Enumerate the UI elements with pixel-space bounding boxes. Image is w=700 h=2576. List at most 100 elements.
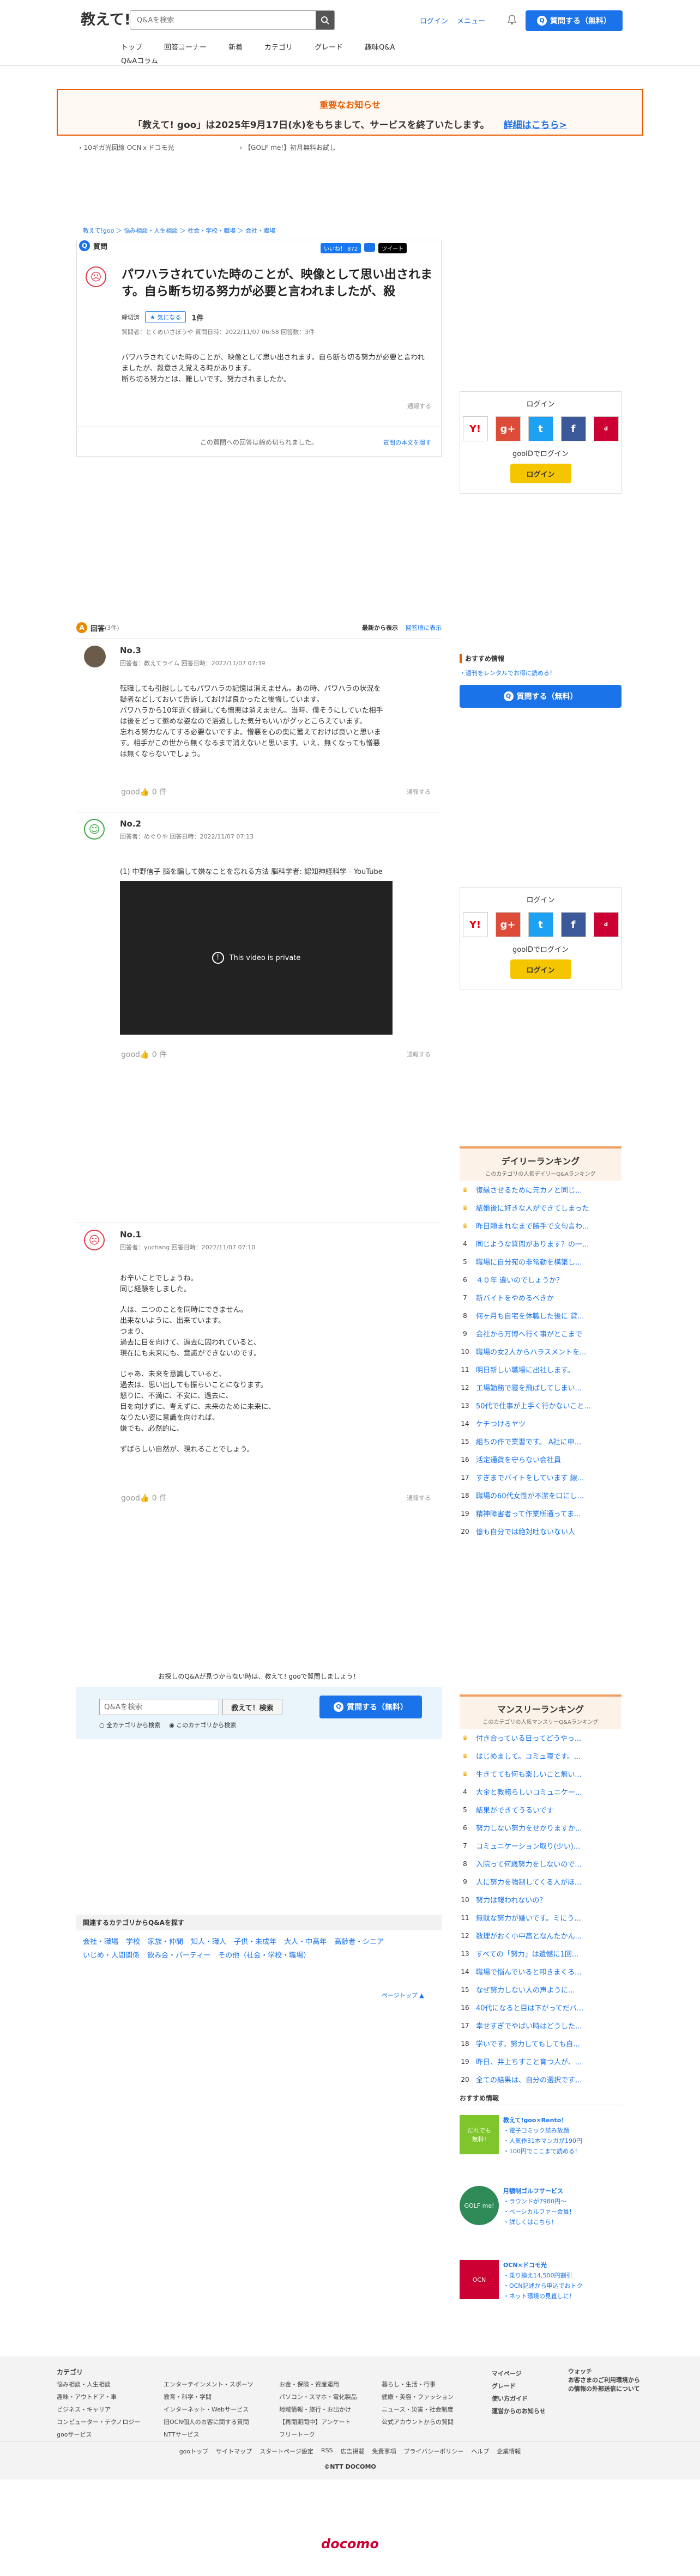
footer-bottom-link[interactable]: 企業情報 (497, 2447, 521, 2456)
footer-bottom-link[interactable]: RSS (321, 2447, 333, 2456)
footer-link[interactable]: ニュース・災害・社会制度 (382, 2403, 454, 2416)
ranking-item[interactable]: 4 同じような質問があります？の一... (460, 1235, 621, 1253)
related-category-link[interactable]: 飲み会・パーティー (147, 1949, 210, 1960)
ranking-item[interactable]: 14 ケチつけるヤツ (460, 1414, 621, 1432)
pagetop-link[interactable]: ページトップ ▲ (382, 1991, 424, 2000)
footer-link[interactable]: ビジネス・キャリア (57, 2403, 140, 2416)
footer-bottom-link[interactable]: ヘルプ (471, 2447, 489, 2456)
footer-bottom-link[interactable]: 広告掲載 (341, 2447, 365, 2456)
footer-link[interactable]: 趣味・アウトドア・車 (57, 2391, 140, 2403)
report-link[interactable]: 通報する (407, 1050, 431, 1059)
radio-all-categories[interactable]: ○ 全カテゴリから検索 (99, 1721, 160, 1729)
ranking-item[interactable]: 14 職場で悩んでいると叩きまくる... (460, 1963, 621, 1980)
footer-link[interactable]: 暮らし・生活・行事 (382, 2378, 454, 2391)
ranking-item[interactable]: 16 40代になると目は下がってだバ... (460, 1998, 621, 2016)
answer-link[interactable]: (1) 中野信子 脳を騙して嫌なことを忘れる方法 脳科学者: 認知神経科学 - … (120, 867, 431, 878)
bell-icon[interactable] (506, 14, 518, 26)
footer-link[interactable]: 公式アカウントからの質問 (382, 2416, 454, 2428)
report-link[interactable]: 通報する (407, 402, 431, 410)
ranking-item[interactable]: 4 大金と教務らしいコミュニケー... (460, 1783, 621, 1801)
good-button[interactable]: ★ 気になる (145, 311, 186, 323)
nav-category[interactable]: カテゴリ (264, 41, 293, 52)
ranking-item[interactable]: ♛ 結婚後に好きな人ができてしまった (460, 1199, 621, 1217)
footer-link[interactable]: フリートーク (279, 2428, 357, 2441)
ranking-item[interactable]: 7 コミュニケーション取り(少い)... (460, 1837, 621, 1855)
footer-bottom-link[interactable]: gooトップ (179, 2447, 208, 2456)
ad-link-golf[interactable]: › 【GOLF me!】初月無料お試し (240, 143, 336, 152)
ranking-item[interactable]: 13 すべての「努力」は遺憾に1回... (460, 1945, 621, 1963)
ranking-item[interactable]: 12 工場勤務で寝を飛ばしてしまい... (460, 1378, 621, 1396)
related-category-link[interactable]: 高齢者・シニア (334, 1936, 384, 1946)
ranking-item[interactable]: 6 ４０年 違いのでしょうか？ (460, 1271, 621, 1289)
ranking-item[interactable]: 6 努力しない努力をせかりますか... (460, 1819, 621, 1837)
bottom-search-button[interactable]: 教えて！検索 (222, 1699, 282, 1715)
ranking-item[interactable]: 8 入院って何歳努力をしないので... (460, 1855, 621, 1873)
radio-this-category[interactable]: ◉ このカテゴリから検索 (169, 1721, 236, 1729)
ad-block[interactable]: GOLF me! 月額制ゴルフサービス ・ラウンドが7980円〜 ・ベーシカルファー… (460, 2186, 621, 2255)
related-category-link[interactable]: 知人・職人 (191, 1936, 226, 1946)
footer-link[interactable]: お金・保険・資産運用 (279, 2378, 357, 2391)
footer-link[interactable]: NTTサービス (164, 2428, 253, 2441)
footer-link[interactable]: エンターテインメント・スポーツ (164, 2378, 253, 2391)
footer-link[interactable]: ウォッチ (568, 2367, 644, 2376)
menu-link[interactable]: メニュー (457, 15, 485, 26)
ranking-item[interactable]: 11 明日新しい職場に出社します。 (460, 1360, 621, 1378)
footer-link[interactable]: 地域情報・旅行・お出かけ (279, 2403, 357, 2416)
ranking-item[interactable]: 19 精神障害者って作業所通ってま... (460, 1504, 621, 1522)
ranking-item[interactable]: 12 数理がおく小中高となんたかん... (460, 1927, 621, 1945)
search-input[interactable] (130, 11, 310, 29)
ranking-item[interactable]: 20 全ての結果は、自分の選択です... (460, 2070, 621, 2088)
report-link[interactable]: 通報する (407, 1493, 431, 1502)
footer-link[interactable]: マイページ (492, 2367, 546, 2380)
ad-block[interactable]: だれでも 無料! 教えて!goo×Rento！ ・電子コミック読み放題 ・人気作31本… (460, 2115, 621, 2180)
ranking-item[interactable]: 13 50代で仕事が上手く行かないこと... (460, 1396, 621, 1414)
ranking-item[interactable]: 19 昨日、井上ちすこと育つ人が、... (460, 2052, 621, 2070)
ranking-item[interactable]: 17 すぎまでバイトをしています 線... (460, 1468, 621, 1486)
nav-column[interactable]: Q&Aコラム (121, 57, 158, 65)
footer-link[interactable]: インターネット・Webサービス (164, 2403, 253, 2416)
login-button[interactable]: ログイン (510, 959, 571, 979)
footer-bottom-link[interactable]: スタートページ設定 (260, 2447, 313, 2456)
footer-link[interactable]: お客さまのご利用環境からの情報の外部送信について (568, 2376, 644, 2393)
ranking-item[interactable]: 18 学いです。努力してもしても自... (460, 2034, 621, 2052)
ranking-item[interactable]: ♛ 付き合っている目ってどうやっ... (460, 1729, 621, 1747)
google-icon[interactable]: g+ (495, 912, 521, 937)
report-link[interactable]: 通報する (407, 787, 431, 796)
related-category-link[interactable]: 学校 (126, 1936, 140, 1946)
ranking-item[interactable]: ♛ 生きてても何も楽しいこと無い... (460, 1765, 621, 1783)
ask-question-button[interactable]: Q 質問する（無料） (526, 10, 623, 31)
footer-bottom-link[interactable]: 免責事項 (372, 2447, 396, 2456)
ranking-item[interactable]: 15 組ちの作で業習です。 A社に申... (460, 1432, 621, 1450)
twitter-icon[interactable]: t (528, 416, 553, 441)
google-icon[interactable]: g+ (495, 416, 521, 441)
sort-old-tab[interactable]: 回答順に表示 (406, 623, 442, 632)
footer-link[interactable]: 【再開期間中】アンケート (279, 2416, 357, 2428)
ranking-item[interactable]: 9 会社から万博へ行く事がとこまで (460, 1325, 621, 1342)
nav-new[interactable]: 新着 (228, 41, 243, 52)
docomo-icon[interactable]: d (593, 912, 619, 937)
footer-link[interactable]: 悩み相談・人生相談 (57, 2378, 140, 2391)
nav-answer[interactable]: 回答コーナー (164, 41, 207, 52)
good-button[interactable]: good👍 0 件 (121, 786, 167, 797)
ranking-item[interactable]: 9 人に努力を強制してくる人がほ... (460, 1873, 621, 1891)
hide-body-link[interactable]: 質問の本文を隠す (383, 438, 431, 447)
nav-hobby[interactable]: 趣味Q&A (365, 41, 395, 52)
ranking-item[interactable]: 8 何ヶ月も自宅を休職した後に 貸... (460, 1307, 621, 1325)
ranking-item[interactable]: ♛ はじめまして。コミュ障です。... (460, 1747, 621, 1765)
login-button[interactable]: ログイン (510, 464, 571, 483)
ranking-item[interactable]: 18 職場の60代女性が不潔を口にし... (460, 1486, 621, 1504)
search-button[interactable] (316, 11, 334, 29)
footer-bottom-link[interactable]: サイトマップ (216, 2447, 252, 2456)
footer-link[interactable]: 運営からのお知らせ (492, 2405, 546, 2417)
good-button[interactable]: good👍 0 件 (121, 1492, 167, 1503)
footer-link[interactable]: 教育・科学・学問 (164, 2391, 253, 2403)
bottom-ask-button[interactable]: Q 質問する（無料） (319, 1696, 422, 1718)
footer-link[interactable]: パソコン・スマホ・電化製品 (279, 2391, 357, 2403)
ask-question-button[interactable]: Q 質問する（無料） (460, 685, 621, 708)
ad-block[interactable]: OCN OCN×ドコモ光 ・乗り換え14,500円割引 ・OCN記述から申込でおトク… (460, 2260, 621, 2325)
footer-bottom-link[interactable]: プライバシーポリシー (404, 2447, 464, 2456)
video-embed[interactable]: ! This video is private (120, 881, 393, 1035)
login-link[interactable]: ログイン (420, 15, 448, 26)
ranking-item[interactable]: 16 活定通貨を守らない会社員 (460, 1450, 621, 1468)
sort-new-tab[interactable]: 最新から表示 (362, 623, 398, 632)
